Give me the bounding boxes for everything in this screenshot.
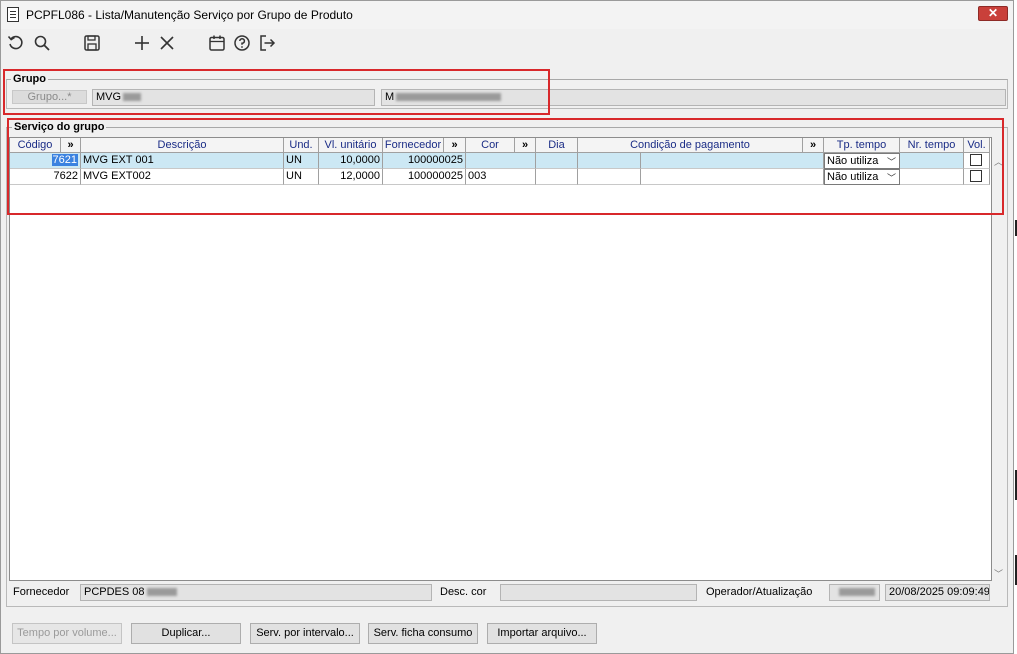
duplicar-button[interactable]: Duplicar... [131,623,241,644]
cell-cor[interactable]: 003 [466,169,536,185]
cell-vl-unitario[interactable]: 12,0000 [319,169,383,185]
tp-tempo-select[interactable]: Não utiliza ﹀ [824,169,900,185]
scroll-up-icon[interactable]: ︿ [994,155,1003,168]
cell-condicao-codigo[interactable] [578,153,641,169]
col-header-codigo[interactable]: Código [10,138,61,153]
search-icon[interactable] [32,33,52,53]
col-header-und[interactable]: Und. [284,138,319,153]
desc-cor-label: Desc. cor [440,586,487,598]
cell-vl-unitario[interactable]: 10,0000 [319,153,383,169]
table-row[interactable]: 7622 MVG EXT002 UN 12,0000 100000025 003… [10,169,990,185]
serv-ficha-consumo-button[interactable]: Serv. ficha consumo [368,623,478,644]
grupo-lookup-button[interactable]: Grupo...* [12,90,87,104]
cell-nr-tempo[interactable] [900,153,964,169]
cell-und[interactable]: UN [284,153,319,169]
fornecedor-field[interactable]: PCPDES 08 [80,584,432,601]
cell-und[interactable]: UN [284,169,319,185]
redacted-mask [396,93,502,102]
add-icon[interactable] [132,33,152,53]
atualizacao-field[interactable]: 20/08/2025 09:09:49 [885,584,990,601]
servico-grid: Código » Descrição Und. Vl. unitário For… [9,137,992,581]
help-icon[interactable] [232,33,252,53]
grid-vertical-scrollbar[interactable]: ︿ ﹀ [992,153,1006,581]
grupo-description-field[interactable]: M [381,89,1006,106]
cell-fornecedor[interactable]: 100000025 [383,169,466,185]
vol-checkbox[interactable] [970,154,982,166]
exit-icon[interactable] [257,33,277,53]
scroll-down-icon[interactable]: ﹀ [994,567,1003,580]
col-header-descricao[interactable]: Descrição [81,138,284,153]
redacted-mask [123,93,142,102]
grupo-code-field[interactable]: MVG [92,89,375,106]
redacted-mask [839,588,875,597]
col-expand-button[interactable]: » [444,138,466,153]
cell-condicao-descricao[interactable] [641,153,824,169]
app-document-icon [7,7,19,22]
cell-condicao-descricao[interactable] [641,169,824,185]
cell-condicao-codigo[interactable] [578,169,641,185]
col-expand-button[interactable]: » [515,138,536,153]
col-expand-button[interactable]: » [61,138,81,153]
cell-cor[interactable] [466,153,536,169]
cell-vol [964,169,990,185]
main-window: PCPFL086 - Lista/Manutenção Serviço por … [0,0,1014,654]
delete-icon[interactable] [157,33,177,53]
cell-descricao[interactable]: MVG EXT 001 [81,153,284,169]
col-header-fornecedor[interactable]: Fornecedor [383,138,444,153]
importar-arquivo-button[interactable]: Importar arquivo... [487,623,597,644]
cell-codigo[interactable]: 7622 [10,169,81,185]
cell-nr-tempo[interactable] [900,169,964,185]
toolbar [1,29,1013,59]
tp-tempo-select[interactable]: Não utiliza ﹀ [824,153,900,169]
undo-icon[interactable] [6,33,26,53]
cell-descricao[interactable]: MVG EXT002 [81,169,284,185]
operador-field[interactable] [829,584,880,601]
col-header-vol[interactable]: Vol. [964,138,990,153]
vol-checkbox[interactable] [970,170,982,182]
col-expand-button[interactable]: » [803,138,824,153]
title-bar: PCPFL086 - Lista/Manutenção Serviço por … [1,1,1013,29]
servico-legend: Serviço do grupo [12,121,107,133]
chevron-down-icon: ﹀ [886,173,896,183]
chevron-down-icon: ﹀ [886,157,896,167]
col-header-cor[interactable]: Cor [466,138,515,153]
window-title: PCPFL086 - Lista/Manutenção Serviço por … [26,8,353,22]
table-row[interactable]: 7621 MVG EXT 001 UN 10,0000 100000025 Nã… [10,153,990,169]
desc-cor-field[interactable] [500,584,697,601]
close-window-button[interactable]: ✕ [978,6,1008,21]
col-header-condicao-pagamento[interactable]: Condição de pagamento [578,138,803,153]
cell-vol [964,153,990,169]
col-header-dia[interactable]: Dia [536,138,578,153]
col-header-vl-unitario[interactable]: Vl. unitário [319,138,383,153]
col-header-tp-tempo[interactable]: Tp. tempo [824,138,900,153]
calendar-icon[interactable] [207,33,227,53]
save-icon[interactable] [82,33,102,53]
fornecedor-label: Fornecedor [13,586,70,598]
serv-por-intervalo-button[interactable]: Serv. por intervalo... [250,623,360,644]
tempo-por-volume-button[interactable]: Tempo por volume... [12,623,122,644]
cell-codigo[interactable]: 7621 [10,153,81,169]
cell-dia[interactable] [536,153,578,169]
col-header-nr-tempo[interactable]: Nr. tempo [900,138,964,153]
grupo-legend: Grupo [11,73,48,85]
cell-dia[interactable] [536,169,578,185]
cell-fornecedor[interactable]: 100000025 [383,153,466,169]
operador-label: Operador/Atualização [706,586,813,598]
redacted-mask [146,588,177,597]
